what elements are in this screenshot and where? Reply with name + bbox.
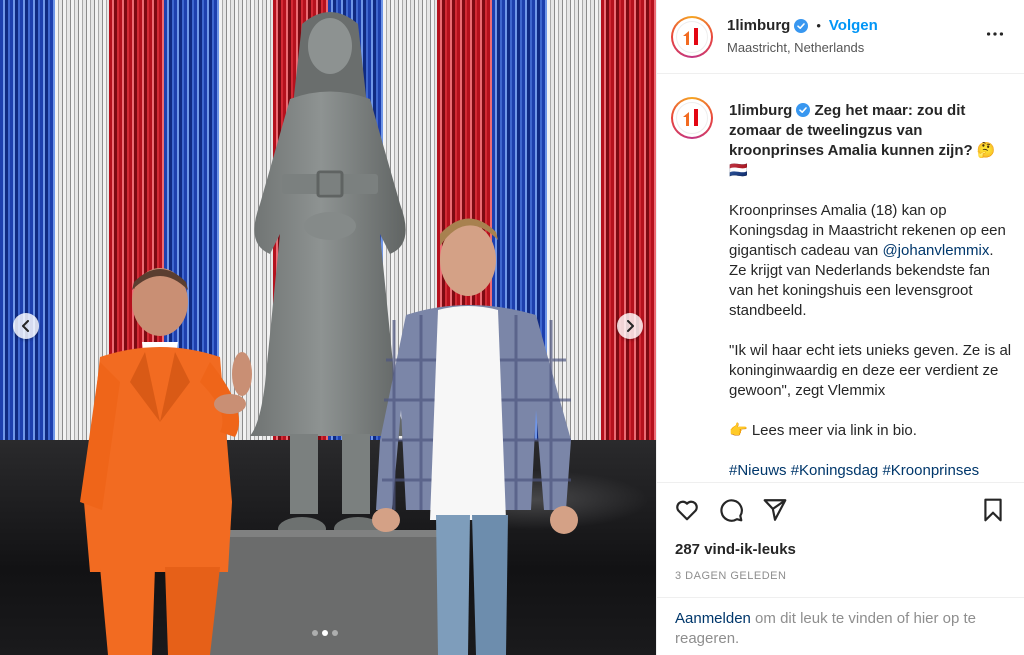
verified-badge-icon xyxy=(796,103,811,117)
paper-plane-icon xyxy=(763,499,787,521)
post-actions xyxy=(657,492,1024,528)
man-orange-suit xyxy=(80,268,252,655)
comment-icon xyxy=(720,499,743,522)
more-horizontal-icon xyxy=(986,32,1004,36)
avatar[interactable] xyxy=(671,97,713,139)
chevron-left-icon xyxy=(22,320,29,332)
post-side-panel: 1limburg • Volgen Maastricht, Netherland… xyxy=(656,0,1024,655)
caption-username[interactable]: 1limburg xyxy=(729,102,792,119)
man-flannel-shirt xyxy=(372,218,578,655)
save-button[interactable] xyxy=(979,496,1007,524)
carousel-dot xyxy=(332,630,338,636)
carousel-dot xyxy=(322,630,328,636)
bookmark-icon xyxy=(984,498,1002,522)
post-header: 1limburg • Volgen Maastricht, Netherland… xyxy=(657,0,1024,74)
location-link[interactable]: Maastricht, Netherlands xyxy=(727,40,864,55)
username[interactable]: 1limburg xyxy=(727,17,790,34)
comment-button[interactable] xyxy=(717,496,745,524)
caption-hashtags: #Nieuws #Koningsdag #Kroonprinses xyxy=(729,461,1014,481)
heart-icon xyxy=(676,500,698,521)
login-link[interactable]: Aanmelden xyxy=(675,610,751,627)
caption-paragraph-2: "Ik wil haar echt iets unieks geven. Ze … xyxy=(729,342,1012,399)
separator: • xyxy=(816,18,821,33)
verified-badge-icon xyxy=(794,18,809,33)
like-button[interactable] xyxy=(673,496,701,524)
follow-button[interactable]: Volgen xyxy=(829,17,878,34)
avatar[interactable] xyxy=(671,16,713,58)
mention-link[interactable]: @johanvlemmix xyxy=(882,242,989,259)
login-prompt: Aanmelden om dit leuk te vinden of hier … xyxy=(657,597,1024,655)
carousel-prev-button[interactable] xyxy=(13,313,39,339)
post-caption: 1limburg Zeg het maar: zou dit zomaar de… xyxy=(729,101,1014,481)
brand-logo-icon xyxy=(683,109,698,126)
share-button[interactable] xyxy=(761,496,789,524)
carousel-next-button[interactable] xyxy=(617,313,643,339)
caption-paragraph-3: 👉 Lees meer via link in bio. xyxy=(729,422,917,439)
hashtag-link[interactable]: #Nieuws xyxy=(729,462,787,479)
post-media[interactable] xyxy=(0,0,656,655)
comments-section: 1limburg Zeg het maar: zou dit zomaar de… xyxy=(657,75,1024,483)
hashtag-link[interactable]: #Koningsdag xyxy=(791,462,879,479)
more-options-button[interactable] xyxy=(983,22,1007,46)
likes-count[interactable]: 287 vind-ik-leuks xyxy=(675,541,796,558)
caption-paragraph-1: Kroonprinses Amalia (18) kan op Koningsd… xyxy=(729,202,1006,319)
carousel-indicator xyxy=(312,630,338,636)
post-time[interactable]: 3 DAGEN GELEDEN xyxy=(675,570,786,582)
chevron-right-icon xyxy=(627,320,634,332)
brand-logo-icon xyxy=(683,28,698,45)
hashtag-link[interactable]: #Kroonprinses xyxy=(882,462,979,479)
carousel-dot xyxy=(312,630,318,636)
